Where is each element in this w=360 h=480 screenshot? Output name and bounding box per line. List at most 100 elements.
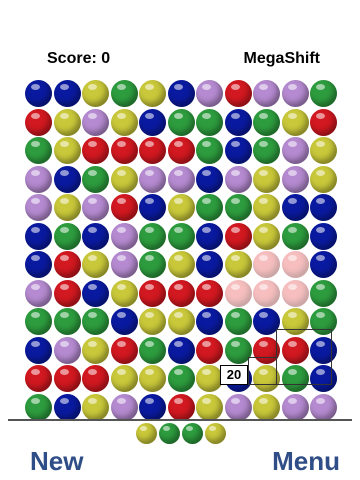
ball-blue[interactable]: [224, 137, 252, 164]
ball-yellow[interactable]: [53, 108, 81, 136]
ball-blue[interactable]: [25, 222, 52, 250]
ball-red[interactable]: [167, 137, 195, 164]
ball-red[interactable]: [167, 393, 195, 421]
ball-green[interactable]: [196, 137, 223, 164]
ball-blue[interactable]: [310, 222, 337, 250]
ball-green[interactable]: [224, 308, 252, 335]
ball-red[interactable]: [110, 336, 138, 364]
ball-green[interactable]: [196, 194, 223, 221]
ball-purple[interactable]: [196, 80, 223, 107]
ball-yellow[interactable]: [82, 336, 109, 364]
ball-green[interactable]: [196, 108, 223, 136]
ball-blue[interactable]: [139, 108, 166, 136]
ball-purple[interactable]: [253, 80, 280, 107]
ball-red[interactable]: [53, 251, 81, 278]
ball-yellow[interactable]: [253, 393, 280, 421]
ball-blue[interactable]: [167, 336, 195, 364]
ball-yellow[interactable]: [110, 279, 138, 307]
ball-red[interactable]: [53, 365, 81, 392]
ball-red[interactable]: [167, 279, 195, 307]
ball-blue[interactable]: [310, 251, 337, 278]
ball-green[interactable]: [82, 308, 109, 335]
ball-purple[interactable]: [110, 393, 138, 421]
ball-pink[interactable]: [253, 251, 280, 278]
ball-purple[interactable]: [224, 393, 252, 421]
ball-yellow[interactable]: [139, 308, 166, 335]
ball-purple[interactable]: [139, 165, 166, 193]
ball-blue[interactable]: [139, 194, 166, 221]
ball-red[interactable]: [224, 222, 252, 250]
ball-green[interactable]: [139, 222, 166, 250]
ball-red[interactable]: [196, 279, 223, 307]
ball-purple[interactable]: [110, 222, 138, 250]
ball-green[interactable]: [253, 108, 280, 136]
menu-button[interactable]: Menu: [272, 446, 340, 477]
ball-purple[interactable]: [281, 80, 309, 107]
ball-yellow[interactable]: [82, 251, 109, 278]
ball-purple[interactable]: [281, 137, 309, 164]
ball-yellow[interactable]: [167, 194, 195, 221]
ball-red[interactable]: [110, 194, 138, 221]
ball-red[interactable]: [139, 279, 166, 307]
ball-blue[interactable]: [139, 393, 166, 421]
ball-blue[interactable]: [196, 222, 223, 250]
ball-blue[interactable]: [196, 308, 223, 335]
ball-purple[interactable]: [224, 165, 252, 193]
ball-yellow[interactable]: [53, 194, 81, 221]
ball-purple[interactable]: [281, 165, 309, 193]
ball-purple[interactable]: [82, 108, 109, 136]
ball-red[interactable]: [110, 137, 138, 164]
ball-blue[interactable]: [25, 336, 52, 364]
ball-red[interactable]: [82, 137, 109, 164]
ball-yellow[interactable]: [281, 108, 309, 136]
ball-purple[interactable]: [25, 194, 52, 221]
ball-yellow[interactable]: [139, 80, 166, 107]
ball-red[interactable]: [224, 80, 252, 107]
ball-blue[interactable]: [82, 222, 109, 250]
ball-green[interactable]: [25, 393, 52, 421]
ball-purple[interactable]: [281, 393, 309, 421]
ball-green[interactable]: [25, 308, 52, 335]
ball-green[interactable]: [139, 336, 166, 364]
ball-green[interactable]: [82, 165, 109, 193]
ball-green[interactable]: [167, 108, 195, 136]
ball-red[interactable]: [139, 137, 166, 164]
ball-blue[interactable]: [82, 279, 109, 307]
ball-blue[interactable]: [310, 194, 337, 221]
ball-blue[interactable]: [53, 393, 81, 421]
ball-blue[interactable]: [281, 194, 309, 221]
ball-yellow[interactable]: [82, 393, 109, 421]
ball-green[interactable]: [139, 251, 166, 278]
ball-red[interactable]: [25, 108, 52, 136]
ball-blue[interactable]: [25, 80, 52, 107]
ball-green[interactable]: [253, 137, 280, 164]
ball-red[interactable]: [196, 336, 223, 364]
ball-blue[interactable]: [53, 165, 81, 193]
ball-red[interactable]: [53, 279, 81, 307]
new-game-button[interactable]: New: [30, 446, 83, 477]
ball-green[interactable]: [310, 80, 337, 107]
ball-pink[interactable]: [224, 279, 252, 307]
ball-green[interactable]: [53, 222, 81, 250]
ball-pink[interactable]: [253, 279, 280, 307]
ball-blue[interactable]: [110, 308, 138, 335]
ball-yellow[interactable]: [196, 365, 223, 392]
ball-purple[interactable]: [82, 194, 109, 221]
game-board[interactable]: 20: [25, 80, 338, 421]
ball-yellow[interactable]: [110, 365, 138, 392]
ball-pink[interactable]: [281, 251, 309, 278]
ball-yellow[interactable]: [253, 222, 280, 250]
ball-yellow[interactable]: [82, 80, 109, 107]
ball-blue[interactable]: [196, 165, 223, 193]
ball-purple[interactable]: [53, 336, 81, 364]
ball-purple[interactable]: [25, 165, 52, 193]
ball-green[interactable]: [25, 137, 52, 164]
ball-green[interactable]: [281, 222, 309, 250]
ball-green[interactable]: [224, 194, 252, 221]
ball-purple[interactable]: [25, 279, 52, 307]
ball-pink[interactable]: [281, 279, 309, 307]
ball-yellow[interactable]: [253, 194, 280, 221]
ball-yellow[interactable]: [196, 393, 223, 421]
ball-yellow[interactable]: [253, 165, 280, 193]
ball-purple[interactable]: [110, 251, 138, 278]
